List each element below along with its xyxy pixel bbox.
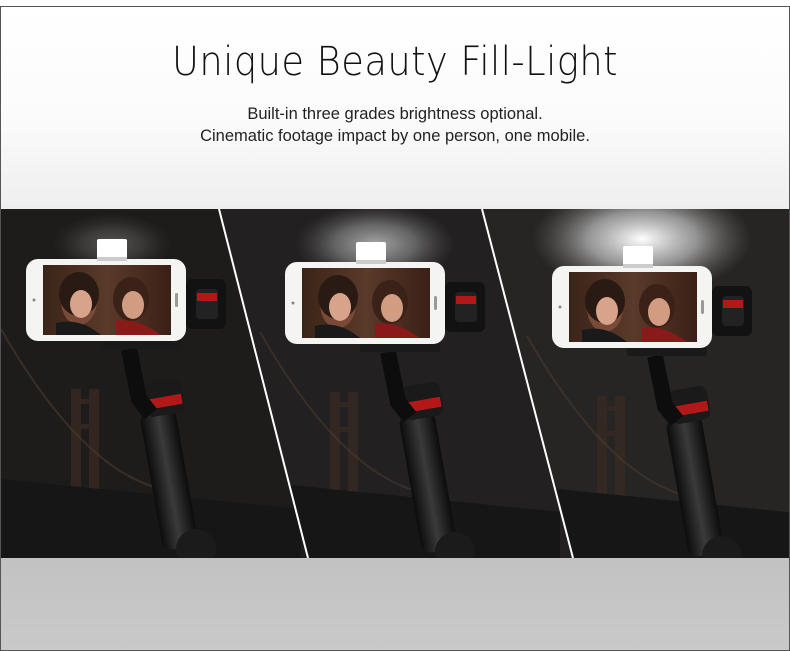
subtitle-line-1: Built-in three grades brightness optiona… bbox=[247, 105, 543, 123]
page-title: Unique Beauty Fill-Light bbox=[171, 39, 619, 85]
footer-band bbox=[1, 558, 789, 650]
product-photo-strip bbox=[1, 209, 789, 558]
photo-panels bbox=[1, 209, 789, 558]
subtitle-line-2: Cinematic footage impact by one person, … bbox=[200, 127, 590, 145]
header-section: Unique Beauty Fill-Light Built-in three … bbox=[1, 7, 789, 209]
